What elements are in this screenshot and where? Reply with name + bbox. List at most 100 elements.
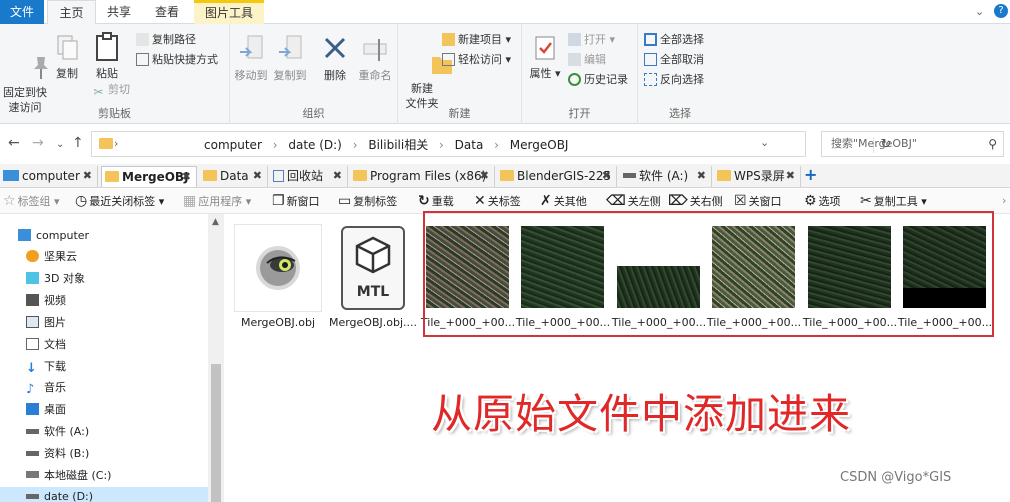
file-thumb-obj[interactable] bbox=[234, 224, 322, 312]
breadcrumb-data[interactable]: Data bbox=[455, 138, 484, 152]
tab-file[interactable]: 文件 bbox=[0, 0, 44, 24]
close-x-icon: ✕ bbox=[474, 193, 486, 209]
folder-tab-blendergis[interactable]: BlenderGIS-225 ✖ bbox=[497, 166, 617, 187]
group-label-new: 新建 bbox=[448, 107, 471, 120]
highlight-box bbox=[423, 211, 994, 337]
folder-icon bbox=[717, 170, 731, 181]
nav-item-music[interactable]: ♪ 音乐 bbox=[26, 378, 66, 398]
edit-button[interactable]: 编辑 bbox=[568, 50, 606, 69]
clipboard-icon bbox=[96, 32, 118, 61]
search-input[interactable]: 搜索"MergeOBJ" ⚲ bbox=[821, 131, 1004, 157]
tab-picture-tools[interactable]: 图片工具 bbox=[194, 0, 264, 24]
open-button[interactable]: 打开 ▾ bbox=[568, 30, 615, 49]
group-label-open: 打开 bbox=[568, 107, 591, 120]
cut-button[interactable]: ✂ 剪切 bbox=[92, 80, 130, 99]
tab-share[interactable]: 共享 bbox=[96, 0, 142, 24]
copy-tab-button[interactable]: ▭ 复制标签 bbox=[338, 189, 397, 214]
file-thumb-mtl[interactable]: MTL bbox=[341, 226, 405, 310]
forward-arrow-icon[interactable]: → bbox=[32, 135, 44, 151]
breadcrumb-date-d[interactable]: date (D:) bbox=[288, 138, 342, 152]
drive-icon bbox=[26, 451, 39, 456]
nav-item-drive-a[interactable]: 软件 (A:) bbox=[26, 422, 89, 442]
nut-cloud-icon bbox=[26, 250, 39, 262]
close-tab-icon[interactable]: ✖ bbox=[602, 166, 611, 186]
folder-tab-computer[interactable]: computer ✖ bbox=[0, 166, 98, 187]
nav-scrollbar[interactable]: ▲ bbox=[208, 214, 224, 502]
chevron-right-icon: › bbox=[114, 137, 119, 150]
folder-tab-wps[interactable]: WPS录屏 ✖ bbox=[714, 166, 801, 187]
folder-tab-data[interactable]: Data ✖ bbox=[200, 166, 268, 187]
address-dropdown-icon[interactable]: ⌄ bbox=[760, 136, 769, 149]
invert-selection-button[interactable]: 反向选择 bbox=[644, 70, 704, 89]
select-none-button[interactable]: 全部取消 bbox=[644, 50, 704, 69]
close-tab-icon[interactable]: ✖ bbox=[480, 166, 489, 186]
breadcrumb-computer[interactable]: computer bbox=[204, 138, 262, 152]
nav-item-videos[interactable]: 视频 bbox=[26, 291, 66, 311]
applications-button[interactable]: ▦ 应用程序 ▾ bbox=[183, 189, 251, 214]
scroll-up-icon[interactable]: ▲ bbox=[212, 217, 219, 227]
address-bar[interactable]: › computer › date (D:) › Bilibili相关 › Da… bbox=[91, 131, 891, 157]
nav-item-downloads[interactable]: ↓ 下载 bbox=[26, 357, 66, 377]
move-to-button[interactable]: 移动到 bbox=[234, 34, 268, 83]
recent-locations-chevron-icon[interactable]: ⌄ bbox=[56, 137, 64, 153]
nav-item-drive-d[interactable]: date (D:) bbox=[0, 487, 208, 502]
paste-button[interactable]: 粘贴 bbox=[92, 32, 122, 81]
nav-item-drive-b[interactable]: 资料 (B:) bbox=[26, 444, 89, 464]
address-bar-row: ← → ⌄ ↑ › computer › date (D:) › Bilibil… bbox=[0, 125, 1010, 163]
folder-icon bbox=[99, 138, 113, 149]
easy-access-icon bbox=[442, 53, 455, 66]
rename-button[interactable]: 重命名 bbox=[356, 34, 394, 83]
paste-shortcut-button[interactable]: 粘贴快捷方式 bbox=[136, 50, 218, 69]
help-icon[interactable]: ? bbox=[994, 4, 1008, 18]
new-item-button[interactable]: 新建项目 ▾ bbox=[442, 30, 511, 49]
new-window-button[interactable]: ❐ 新窗口 bbox=[272, 189, 320, 214]
properties-button[interactable]: 属性 ▾ bbox=[528, 34, 562, 81]
expand-ribbon-icon[interactable]: ⌄ bbox=[975, 5, 984, 18]
close-tab-icon[interactable]: ✖ bbox=[83, 166, 92, 186]
file-name[interactable]: MergeOBJ.obj.... bbox=[325, 316, 421, 329]
ribbon: 固定到快 速访问 复制 粘贴 复制路径 粘贴快捷方式 ✂ 剪切 剪贴板 移动到 复… bbox=[0, 24, 1010, 124]
close-tab-icon[interactable]: ✖ bbox=[333, 166, 342, 186]
select-all-button[interactable]: 全部选择 bbox=[644, 30, 704, 49]
breadcrumb-mergeobj[interactable]: MergeOBJ bbox=[510, 138, 569, 152]
delete-button[interactable]: 删除 bbox=[320, 34, 350, 83]
new-tab-plus-icon[interactable]: + bbox=[804, 166, 817, 184]
download-arrow-icon: ↓ bbox=[26, 361, 37, 376]
tab-view[interactable]: 查看 bbox=[142, 0, 192, 24]
path-icon bbox=[136, 33, 149, 46]
folder-tab-program-files[interactable]: Program Files (x86) ✖ bbox=[350, 166, 495, 187]
copy-to-button[interactable]: 复制到 bbox=[272, 34, 308, 83]
nav-item-3d-objects[interactable]: 3D 对象 bbox=[26, 269, 85, 289]
nav-item-pictures[interactable]: 图片 bbox=[26, 313, 66, 333]
cube-icon bbox=[26, 272, 39, 284]
history-button[interactable]: 历史记录 bbox=[568, 70, 628, 89]
back-arrow-icon[interactable]: ← bbox=[8, 135, 20, 151]
folder-tab-mergeobj[interactable]: MergeOBJ ✖ bbox=[101, 166, 197, 187]
recent-closed-tabs-button[interactable]: ◷ 最近关闭标签 ▾ bbox=[75, 189, 164, 214]
up-arrow-icon[interactable]: ↑ bbox=[72, 135, 84, 151]
close-tab-icon[interactable]: ✖ bbox=[253, 166, 262, 186]
tab-home[interactable]: 主页 bbox=[47, 0, 96, 25]
nav-item-documents[interactable]: 文档 bbox=[26, 335, 66, 355]
nav-item-computer[interactable]: computer bbox=[18, 226, 89, 246]
close-tab-icon[interactable]: ✖ bbox=[182, 167, 191, 187]
monitor-icon bbox=[18, 229, 31, 241]
breadcrumb: computer › date (D:) › Bilibili相关 › Data… bbox=[204, 138, 569, 152]
file-name[interactable]: MergeOBJ.obj bbox=[230, 316, 326, 329]
folder-tab-recycle-bin[interactable]: 回收站 ✖ bbox=[270, 166, 348, 187]
close-tab-icon[interactable]: ✖ bbox=[697, 166, 706, 186]
scroll-thumb[interactable] bbox=[211, 364, 221, 502]
folder-tab-software-a[interactable]: 软件 (A:) ✖ bbox=[620, 166, 712, 187]
more-chevron-icon[interactable]: › bbox=[1002, 189, 1006, 214]
bookmark-group-button[interactable]: ☆ 标签组 ▾ bbox=[3, 189, 60, 214]
group-label-select: 选择 bbox=[669, 107, 691, 120]
breadcrumb-bilibili[interactable]: Bilibili相关 bbox=[368, 138, 428, 152]
nav-item-desktop[interactable]: 桌面 bbox=[26, 400, 66, 420]
close-tab-icon[interactable]: ✖ bbox=[786, 166, 795, 186]
nav-item-drive-c[interactable]: 本地磁盘 (C:) bbox=[26, 466, 111, 486]
copy-path-button[interactable]: 复制路径 bbox=[136, 30, 196, 49]
scissors-icon: ✂ bbox=[860, 193, 872, 209]
copy-button[interactable]: 复制 bbox=[52, 34, 82, 81]
easy-access-button[interactable]: 轻松访问 ▾ bbox=[442, 50, 511, 69]
nav-item-jianguoyun[interactable]: 坚果云 bbox=[26, 247, 77, 267]
